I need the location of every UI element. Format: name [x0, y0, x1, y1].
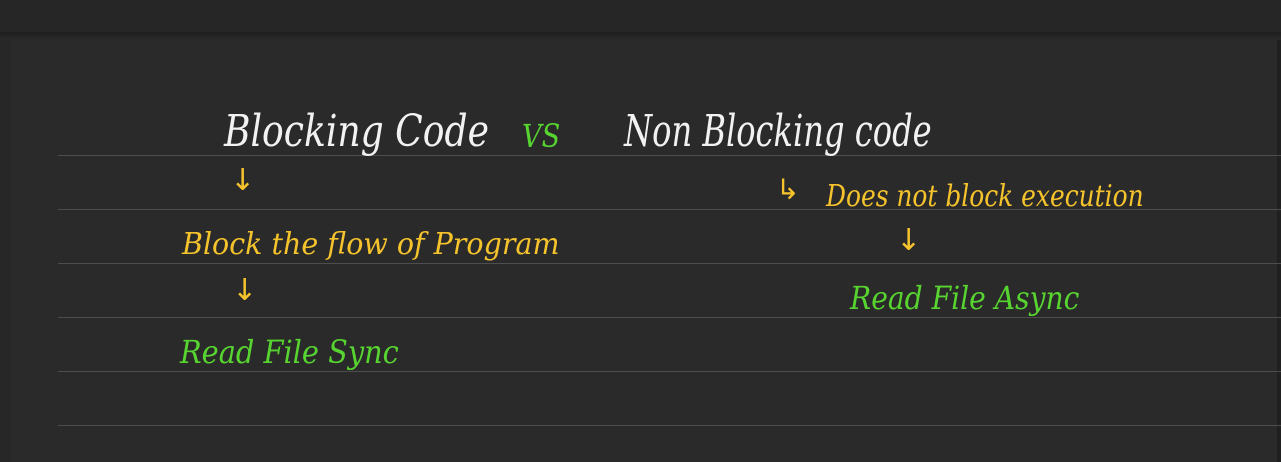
down-arrow-icon: ↓: [230, 163, 256, 198]
ruled-line: [58, 371, 1281, 372]
non-blocking-description: Does not block execution: [826, 179, 1144, 214]
right-scrollbar-track: [1277, 40, 1281, 462]
ruled-line: [58, 317, 1281, 318]
top-toolbar: [0, 0, 1281, 32]
down-arrow-icon: ↓: [232, 273, 258, 308]
down-arrow-icon: ↓: [896, 223, 922, 258]
ruled-line: [58, 263, 1281, 264]
blocking-description: Block the flow of Program: [182, 227, 560, 262]
toolbar-divider: [0, 32, 1281, 40]
hook-arrow-icon: ↳: [776, 173, 800, 206]
left-margin: [0, 40, 10, 462]
ruled-line: [58, 425, 1281, 426]
heading-vs: VS: [522, 117, 561, 155]
blocking-example: Read File Sync: [180, 333, 399, 371]
heading-non-blocking-code: Non Blocking code: [624, 106, 932, 157]
notebook-canvas: Blocking Code VS Non Blocking code ↓ Blo…: [0, 0, 1281, 462]
heading-blocking-code: Blocking Code: [224, 106, 489, 157]
non-blocking-example: Read File Async: [850, 279, 1080, 317]
